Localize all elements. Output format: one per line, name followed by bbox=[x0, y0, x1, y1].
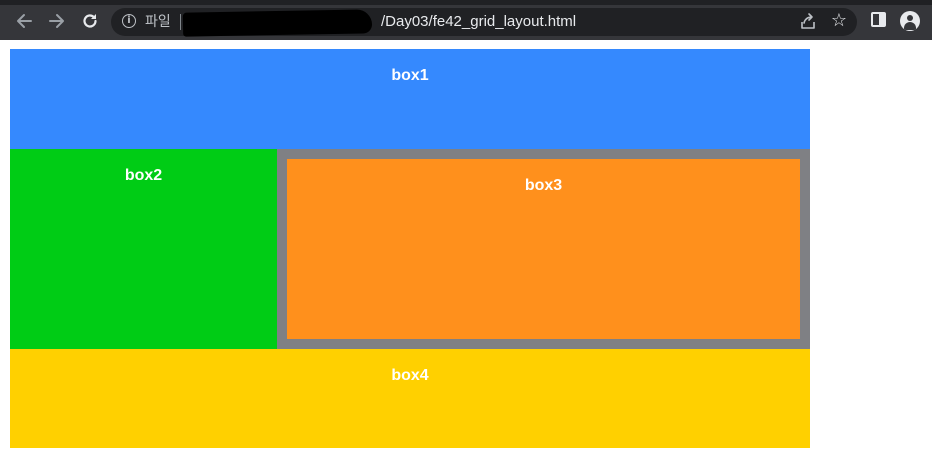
box1: box1 bbox=[10, 49, 810, 149]
reload-icon bbox=[83, 14, 97, 28]
back-arrow-icon bbox=[17, 14, 32, 28]
box1-label: box1 bbox=[391, 67, 429, 84]
side-panel-icon[interactable] bbox=[871, 12, 886, 27]
box2: box2 bbox=[10, 149, 277, 349]
info-icon[interactable]: i bbox=[122, 14, 136, 28]
box3-label: box3 bbox=[524, 177, 563, 194]
page-viewport: box1 box2 box3 box4 bbox=[0, 40, 932, 461]
redacted-url-segment bbox=[182, 9, 373, 37]
avatar-head bbox=[907, 15, 913, 21]
box4: box4 bbox=[10, 349, 810, 448]
share-icon[interactable] bbox=[798, 12, 818, 32]
box4-label: box4 bbox=[391, 367, 429, 384]
separator bbox=[180, 14, 181, 30]
url-text[interactable]: /Day03/fe42_grid_layout.html bbox=[381, 13, 576, 31]
browser-toolbar: i 파일 /Day03/fe42_grid_layout.html ☆ bbox=[0, 0, 932, 40]
forward-arrow-icon bbox=[49, 14, 64, 28]
security-label[interactable]: 파일 bbox=[145, 13, 171, 31]
address-bar[interactable]: i 파일 /Day03/fe42_grid_layout.html ☆ bbox=[111, 8, 857, 37]
box2-label: box2 bbox=[124, 167, 163, 184]
grid-container: box1 box2 box3 box4 bbox=[10, 49, 810, 448]
forward-button[interactable] bbox=[46, 10, 68, 32]
reload-button[interactable] bbox=[79, 10, 101, 32]
avatar-shoulders bbox=[904, 22, 916, 30]
back-button[interactable] bbox=[13, 10, 35, 32]
profile-avatar-icon[interactable] bbox=[900, 11, 920, 31]
box3-border: box3 bbox=[277, 149, 810, 349]
box3: box3 bbox=[287, 159, 800, 339]
star-icon[interactable]: ☆ bbox=[828, 10, 850, 32]
